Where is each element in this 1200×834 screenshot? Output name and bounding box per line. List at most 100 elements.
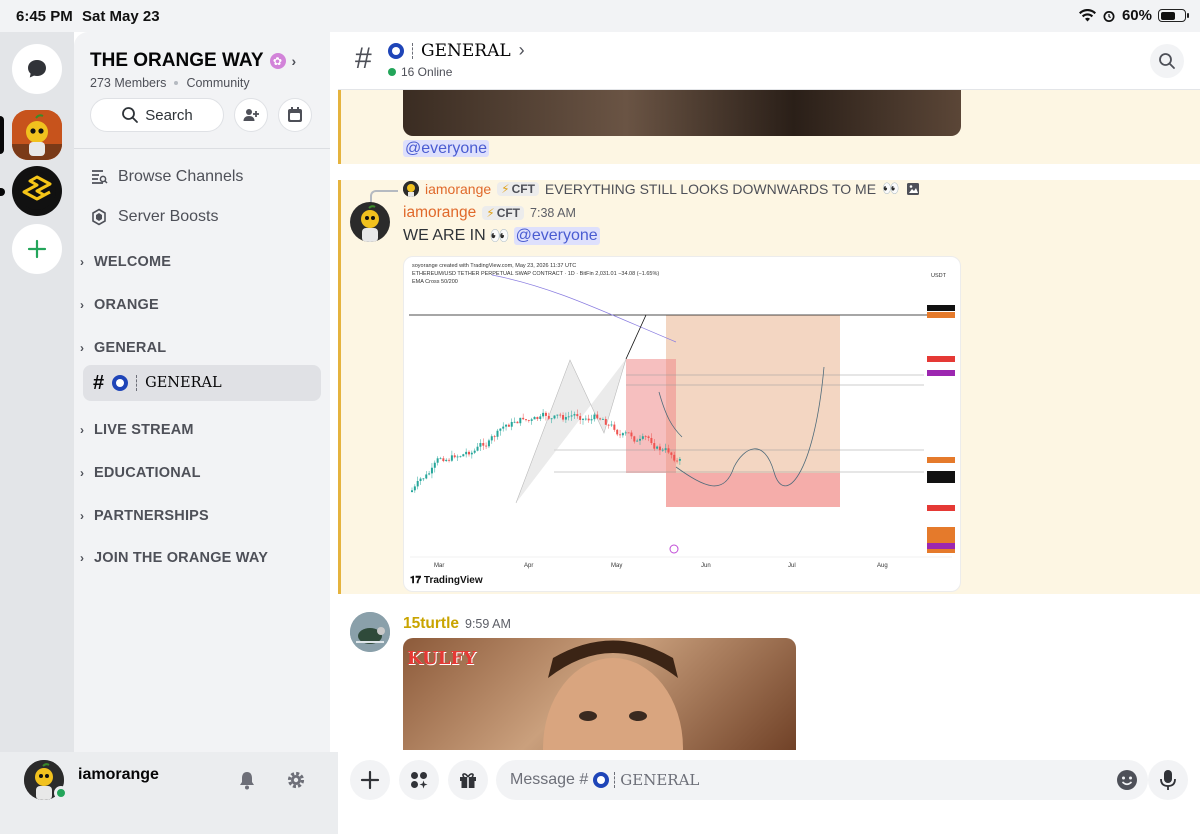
server-header[interactable]: THE ORANGE WAY ✿ › 273 Members Community [90, 50, 320, 90]
add-member-icon [243, 109, 259, 121]
candle-body [579, 416, 582, 420]
candle-body [425, 474, 428, 479]
candle-body [422, 478, 425, 480]
candle-body [553, 415, 556, 419]
reply-author[interactable]: iamorange [425, 181, 491, 197]
server-tag: ⚡ CFT [482, 206, 525, 220]
candle-body [624, 432, 627, 434]
candle-body [479, 443, 482, 447]
orange-avatar-icon [350, 202, 390, 242]
emoji-button[interactable] [1116, 769, 1138, 796]
attach-button[interactable] [350, 760, 390, 800]
message-author[interactable]: iamorange [403, 204, 476, 222]
candle-body [656, 446, 659, 449]
server-the-orange-way[interactable] [12, 110, 62, 160]
everyone-mention[interactable]: @everyone [403, 140, 490, 157]
nazar-eye-icon [388, 42, 404, 59]
month-tick-label: May [611, 563, 622, 569]
candle-body [448, 459, 451, 461]
tv-brand-label: TradingView [423, 575, 483, 586]
eyes-emoji: 👀 [489, 228, 510, 245]
message-avatar[interactable] [350, 202, 390, 242]
hash-icon: # [93, 371, 105, 394]
category-general[interactable]: › GENERAL [80, 340, 166, 356]
candle-body [596, 414, 599, 419]
server-boosts-item[interactable]: Server Boosts [90, 208, 218, 226]
previous-image-attachment[interactable] [403, 90, 961, 136]
voice-message-button[interactable] [1148, 760, 1188, 800]
battery-icon [1158, 9, 1189, 22]
online-count: 16 Online [388, 65, 452, 79]
channel-title[interactable]: GENERAL › [388, 40, 525, 61]
online-dot [388, 68, 396, 76]
apps-button[interactable] [399, 760, 439, 800]
channel-general-active[interactable]: # GENERAL [83, 365, 321, 401]
gif-face-image [543, 640, 683, 750]
input-placeholder-prefix: Message # [510, 771, 589, 788]
invite-button[interactable] [234, 98, 268, 132]
candle-body [411, 490, 413, 492]
channel-name: GENERAL [145, 375, 222, 391]
search-button[interactable]: Search [90, 98, 224, 132]
candle-body [530, 419, 533, 421]
message-header: iamorange ⚡ CFT 7:38 AM [403, 204, 576, 222]
candle-body [604, 419, 607, 425]
add-server-button[interactable] [12, 224, 62, 274]
candle-body [590, 419, 593, 421]
main-panel: # GENERAL › 16 Online @everyone iamorang… [338, 32, 1200, 834]
category-label: EDUCATIONAL [94, 465, 201, 481]
server-name: THE ORANGE WAY [90, 50, 264, 71]
lightning-icon: ⚡ [486, 206, 495, 220]
gift-button[interactable] [448, 760, 488, 800]
tradingview-logo: 𝟏𝟕 TradingView [410, 575, 483, 586]
message-author[interactable]: 15turtle [403, 615, 459, 633]
category-welcome[interactable]: › WELCOME [80, 254, 171, 270]
category-live-stream[interactable]: › LIVE STREAM [80, 422, 194, 438]
search-label: Search [145, 106, 193, 124]
smiley-icon [1117, 770, 1137, 790]
separator [412, 42, 413, 59]
settings-button[interactable] [286, 770, 306, 795]
category-partnerships[interactable]: › PARTNERSHIPS [80, 508, 209, 524]
browse-channels-label: Browse Channels [118, 168, 244, 185]
events-button[interactable] [278, 98, 312, 132]
unread-dot [0, 188, 5, 196]
candle-body [510, 421, 513, 427]
orange-server-icon [12, 110, 62, 160]
tag-label: CFT [496, 206, 521, 220]
candle-body [519, 417, 522, 424]
candle-body [476, 446, 479, 451]
chat-bubble-icon [28, 60, 46, 78]
category-educational[interactable]: › EDUCATIONAL [80, 465, 201, 481]
direct-messages-button[interactable] [12, 44, 62, 94]
category-orange[interactable]: › ORANGE [80, 297, 159, 313]
category-join-the-orange-way[interactable]: › JOIN THE ORANGE WAY [80, 550, 268, 566]
candle-body [593, 414, 596, 420]
message-input[interactable]: Message # GENERAL [496, 760, 1148, 800]
candle-body [536, 416, 539, 419]
gif-attachment[interactable]: KULFY [403, 638, 796, 750]
current-username[interactable]: iamorange [78, 766, 159, 784]
server-yellow[interactable] [12, 166, 62, 216]
header-search-button[interactable] [1150, 44, 1184, 78]
candle-body [539, 416, 542, 419]
candle-body [413, 486, 416, 491]
reply-preview[interactable]: iamorange ⚡ CFT EVERYTHING STILL LOOKS DO… [403, 180, 920, 197]
candle-body [607, 424, 610, 426]
candle-body [650, 437, 653, 444]
message-avatar[interactable] [350, 612, 390, 652]
candle-body [601, 419, 604, 420]
status-bar: 6:45 PM Sat May 23 60% [0, 0, 1200, 32]
boost-badge-icon: ✿ [269, 53, 286, 69]
browse-channels-item[interactable]: Browse Channels [90, 168, 243, 186]
battery-level [1160, 11, 1175, 20]
candle-body [473, 450, 476, 453]
chevron-right-icon: › [80, 341, 85, 355]
reply-avatar [403, 180, 419, 197]
everyone-mention[interactable]: @everyone [513, 227, 600, 245]
nazar-eye-icon [593, 772, 610, 788]
candle-body [516, 421, 519, 424]
chart-image-attachment[interactable]: soyorange created with TradingView.com, … [403, 256, 961, 592]
category-label: JOIN THE ORANGE WAY [94, 550, 269, 566]
notifications-button[interactable] [238, 770, 256, 795]
